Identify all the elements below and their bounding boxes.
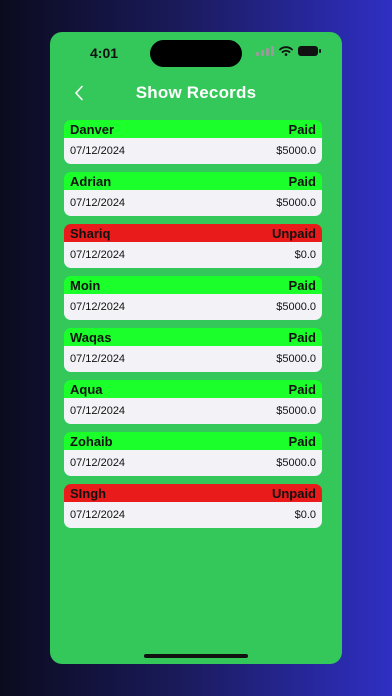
record-details: 07/12/2024 $5000.0	[64, 450, 322, 476]
record-card[interactable]: Danver Paid 07/12/2024 $5000.0	[64, 120, 322, 164]
record-details: 07/12/2024 $5000.0	[64, 138, 322, 164]
record-name: Moin	[70, 277, 101, 293]
record-name: Aqua	[70, 381, 103, 397]
record-card[interactable]: Adrian Paid 07/12/2024 $5000.0	[64, 172, 322, 216]
record-card[interactable]: SIngh Unpaid 07/12/2024 $0.0	[64, 484, 322, 528]
status-icons	[256, 46, 321, 56]
record-status: Paid	[288, 121, 316, 137]
navigation-bar: Show Records	[50, 80, 342, 108]
record-date: 07/12/2024	[70, 249, 126, 261]
record-header: SIngh Unpaid	[64, 484, 322, 502]
record-amount: $5000.0	[276, 457, 316, 469]
record-name: Danver	[70, 121, 115, 137]
status-bar: 4:01	[50, 32, 342, 76]
record-status: Paid	[288, 381, 316, 397]
record-amount: $0.0	[294, 249, 316, 261]
record-status: Paid	[288, 277, 316, 293]
record-card[interactable]: Waqas Paid 07/12/2024 $5000.0	[64, 328, 322, 372]
record-details: 07/12/2024 $5000.0	[64, 398, 322, 424]
record-status: Unpaid	[271, 225, 316, 241]
record-header: Adrian Paid	[64, 172, 322, 190]
wifi-icon	[279, 46, 293, 56]
battery-icon	[298, 46, 321, 56]
record-date: 07/12/2024	[70, 145, 126, 157]
record-name: Adrian	[70, 173, 112, 189]
record-amount: $5000.0	[276, 301, 316, 313]
record-date: 07/12/2024	[70, 301, 126, 313]
record-status: Paid	[288, 173, 316, 189]
record-details: 07/12/2024 $5000.0	[64, 346, 322, 372]
record-details: 07/12/2024 $0.0	[64, 502, 322, 528]
records-list: Danver Paid 07/12/2024 $5000.0 Adrian Pa…	[64, 120, 322, 536]
record-amount: $5000.0	[276, 197, 316, 209]
record-header: Waqas Paid	[64, 328, 322, 346]
record-card[interactable]: Aqua Paid 07/12/2024 $5000.0	[64, 380, 322, 424]
record-details: 07/12/2024 $5000.0	[64, 294, 322, 320]
record-date: 07/12/2024	[70, 405, 126, 417]
record-details: 07/12/2024 $0.0	[64, 242, 322, 268]
record-status: Paid	[288, 433, 316, 449]
record-header: Zohaib Paid	[64, 432, 322, 450]
record-amount: $5000.0	[276, 405, 316, 417]
record-card[interactable]: Shariq Unpaid 07/12/2024 $0.0	[64, 224, 322, 268]
dynamic-island	[150, 40, 242, 67]
record-name: Waqas	[70, 329, 112, 345]
home-indicator[interactable]	[144, 654, 248, 658]
record-amount: $0.0	[294, 509, 316, 521]
record-name: Zohaib	[70, 433, 113, 449]
record-header: Shariq Unpaid	[64, 224, 322, 242]
cellular-signal-icon	[256, 46, 274, 56]
status-time: 4:01	[90, 45, 119, 61]
record-status: Paid	[288, 329, 316, 345]
record-status: Unpaid	[271, 485, 316, 501]
record-details: 07/12/2024 $5000.0	[64, 190, 322, 216]
record-header: Aqua Paid	[64, 380, 322, 398]
record-amount: $5000.0	[276, 353, 316, 365]
record-card[interactable]: Moin Paid 07/12/2024 $5000.0	[64, 276, 322, 320]
record-name: Shariq	[70, 225, 111, 241]
record-date: 07/12/2024	[70, 509, 126, 521]
record-date: 07/12/2024	[70, 353, 126, 365]
phone-screen: 4:01 Show Records Danver Paid 07/12/2024…	[50, 32, 342, 664]
record-amount: $5000.0	[276, 145, 316, 157]
page-title: Show Records	[135, 83, 257, 102]
record-date: 07/12/2024	[70, 457, 126, 469]
record-card[interactable]: Zohaib Paid 07/12/2024 $5000.0	[64, 432, 322, 476]
record-header: Moin Paid	[64, 276, 322, 294]
record-name: SIngh	[70, 485, 107, 501]
record-header: Danver Paid	[64, 120, 322, 138]
record-date: 07/12/2024	[70, 197, 126, 209]
